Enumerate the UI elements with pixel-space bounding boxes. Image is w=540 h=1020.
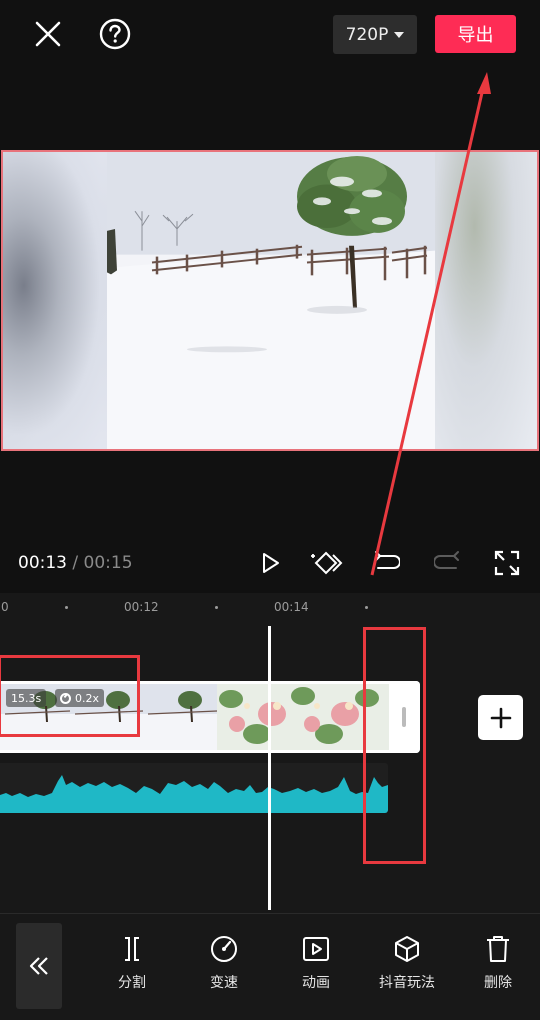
current-time: 00:13	[18, 553, 67, 573]
tool-label: 动画	[302, 975, 330, 991]
animation-icon	[301, 934, 331, 964]
preview-area	[0, 70, 540, 590]
time-separator: /	[67, 553, 84, 573]
blurred-background-right	[433, 152, 537, 449]
cube-icon	[392, 934, 422, 964]
ruler-dot	[365, 606, 368, 609]
tool-label: 分割	[118, 975, 146, 991]
redo-icon[interactable]	[430, 545, 466, 581]
resolution-dropdown[interactable]: 720P	[333, 15, 417, 54]
double-chevron-left-icon	[29, 957, 48, 975]
ruler-label: 00:14	[274, 600, 309, 614]
ruler-dot	[65, 606, 68, 609]
tool-split[interactable]: 分割	[94, 934, 170, 992]
ruler-label: 0	[1, 600, 9, 614]
audio-track[interactable]	[0, 763, 388, 813]
resolution-label: 720P	[345, 24, 389, 45]
bottom-toolbar: 分割 变速 动画 抖音玩法 删除	[0, 913, 540, 1020]
caret-down-icon	[394, 31, 405, 38]
play-icon[interactable]	[252, 545, 288, 581]
audio-waveform	[0, 775, 388, 813]
tool-delete[interactable]: 删除	[460, 934, 536, 992]
total-time: 00:15	[83, 553, 133, 573]
ruler-label: 00:12	[124, 600, 159, 614]
playhead[interactable]	[268, 626, 271, 910]
trash-icon	[483, 934, 513, 964]
close-icon[interactable]	[28, 14, 68, 54]
time-ruler: 0 00:12 00:14	[0, 593, 540, 623]
annotation-box-clip-badges	[0, 655, 140, 737]
plus-icon	[490, 707, 511, 728]
undo-icon[interactable]	[368, 545, 404, 581]
fullscreen-icon[interactable]	[489, 545, 525, 581]
help-icon[interactable]	[95, 14, 135, 54]
add-clip-button[interactable]	[478, 695, 523, 740]
video-frame-snow-scene	[107, 152, 435, 449]
tool-speed[interactable]: 变速	[186, 934, 262, 992]
speed-icon	[209, 934, 239, 964]
video-preview[interactable]	[1, 150, 539, 451]
ruler-dot	[215, 606, 218, 609]
collapse-button[interactable]	[16, 923, 62, 1009]
keyframe-icon[interactable]	[308, 545, 344, 581]
blurred-background-left	[3, 152, 107, 449]
split-icon	[117, 934, 147, 964]
tool-animation[interactable]: 动画	[278, 934, 354, 992]
tool-douyin-effects[interactable]: 抖音玩法	[369, 934, 445, 992]
annotation-box-clip-end	[363, 627, 426, 864]
tool-label: 变速	[210, 975, 238, 991]
export-button[interactable]: 导出	[435, 15, 516, 53]
tool-label: 抖音玩法	[379, 975, 435, 991]
timecode: 00:13 / 00:15	[18, 553, 133, 573]
top-bar: 720P 导出	[0, 0, 540, 70]
tool-label: 删除	[484, 975, 512, 991]
